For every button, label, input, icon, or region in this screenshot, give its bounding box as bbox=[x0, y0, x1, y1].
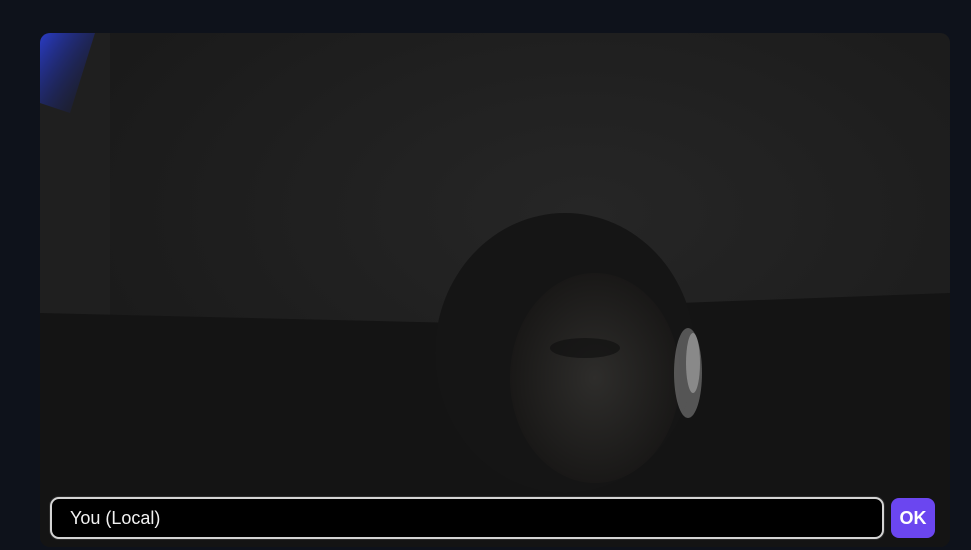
ok-button[interactable]: OK bbox=[891, 498, 935, 538]
display-name-input[interactable] bbox=[50, 497, 884, 539]
name-bar: OK bbox=[50, 495, 935, 541]
video-call-page: OK bbox=[0, 0, 971, 550]
local-camera-feed bbox=[40, 33, 950, 547]
local-video-tile: OK bbox=[40, 33, 950, 547]
